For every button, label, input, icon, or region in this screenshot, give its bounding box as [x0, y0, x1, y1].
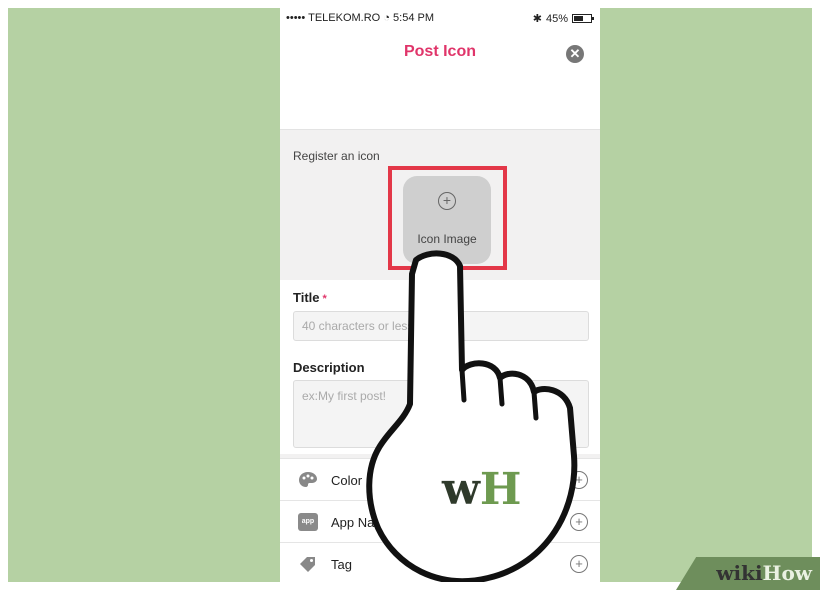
page-title: Post Icon: [403, 43, 476, 60]
description-placeholder: ex:My first post!: [302, 389, 387, 403]
bluetooth-icon: ✱: [532, 13, 542, 25]
description-label: Description: [293, 360, 365, 375]
row-app-name-label: App Name: [331, 515, 393, 530]
battery-status: ✱ 45%: [532, 12, 594, 25]
palette-icon: [299, 472, 317, 487]
wikihow-watermark: wikiHow: [676, 557, 820, 590]
add-app-name-icon[interactable]: +: [570, 513, 588, 531]
row-tag[interactable]: Tag +: [280, 542, 600, 582]
required-mark: *: [322, 293, 327, 305]
phone-screen: ••••• TELEKOM.RO ◔ 5:54 PM ✱ 45% Post Ic…: [280, 8, 600, 582]
carrier-label: ••••• TELEKOM.RO: [286, 12, 381, 24]
icon-image-label: Icon Image: [417, 232, 477, 246]
add-color-icon[interactable]: +: [570, 471, 588, 489]
close-button[interactable]: ✕: [566, 45, 584, 63]
row-color[interactable]: Color +: [280, 458, 600, 500]
app-icon: app: [298, 513, 318, 531]
register-icon-label: Register an icon: [293, 149, 380, 163]
row-tag-label: Tag: [331, 557, 352, 572]
title-input[interactable]: 40 characters or less: [293, 311, 589, 341]
title-label: Title *: [293, 290, 327, 305]
close-icon: ✕: [569, 46, 581, 61]
icon-image-button[interactable]: + Icon Image: [403, 176, 491, 264]
row-app-name[interactable]: app App Name +: [280, 500, 600, 542]
form-section: Title * 40 characters or less Description…: [280, 280, 600, 454]
clock-label: 5:54 PM: [393, 12, 434, 24]
illustration-background: ••••• TELEKOM.RO ◔ 5:54 PM ✱ 45% Post Ic…: [8, 8, 812, 582]
wifi-icon: ◔: [383, 12, 390, 24]
header-spacer: [280, 78, 600, 130]
navigation-bar: Post Icon ✕: [280, 28, 600, 78]
tag-icon: [300, 557, 315, 572]
battery-icon: [572, 14, 594, 23]
description-input[interactable]: ex:My first post!: [293, 380, 589, 448]
row-color-label: Color: [331, 473, 363, 488]
battery-percent: 45%: [545, 12, 568, 25]
watermark-text: wikiHow: [716, 561, 812, 585]
add-tag-icon[interactable]: +: [570, 555, 588, 573]
carrier-and-time: ••••• TELEKOM.RO ◔ 5:54 PM: [286, 12, 434, 24]
title-placeholder: 40 characters or less: [302, 319, 414, 333]
add-icon: +: [438, 192, 456, 210]
status-bar: ••••• TELEKOM.RO ◔ 5:54 PM ✱ 45%: [280, 8, 600, 28]
